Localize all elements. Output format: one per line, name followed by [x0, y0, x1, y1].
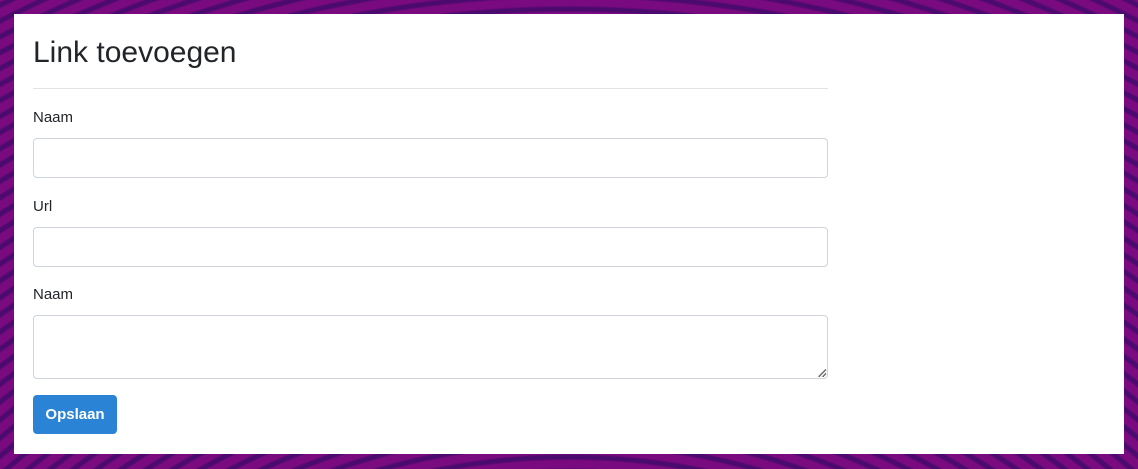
description-label: Naam	[33, 286, 74, 303]
save-button[interactable]: Opslaan	[33, 395, 117, 434]
description-textarea[interactable]	[33, 315, 828, 379]
title-divider	[33, 88, 828, 89]
url-input[interactable]	[33, 227, 828, 267]
name-label: Naam	[33, 109, 74, 126]
url-label: Url	[33, 198, 53, 215]
name-input[interactable]	[33, 138, 828, 178]
form-panel: Link toevoegen Naam Url Naam Opslaan	[14, 14, 1124, 454]
description-field	[33, 315, 828, 379]
page-title: Link toevoegen	[33, 36, 237, 69]
